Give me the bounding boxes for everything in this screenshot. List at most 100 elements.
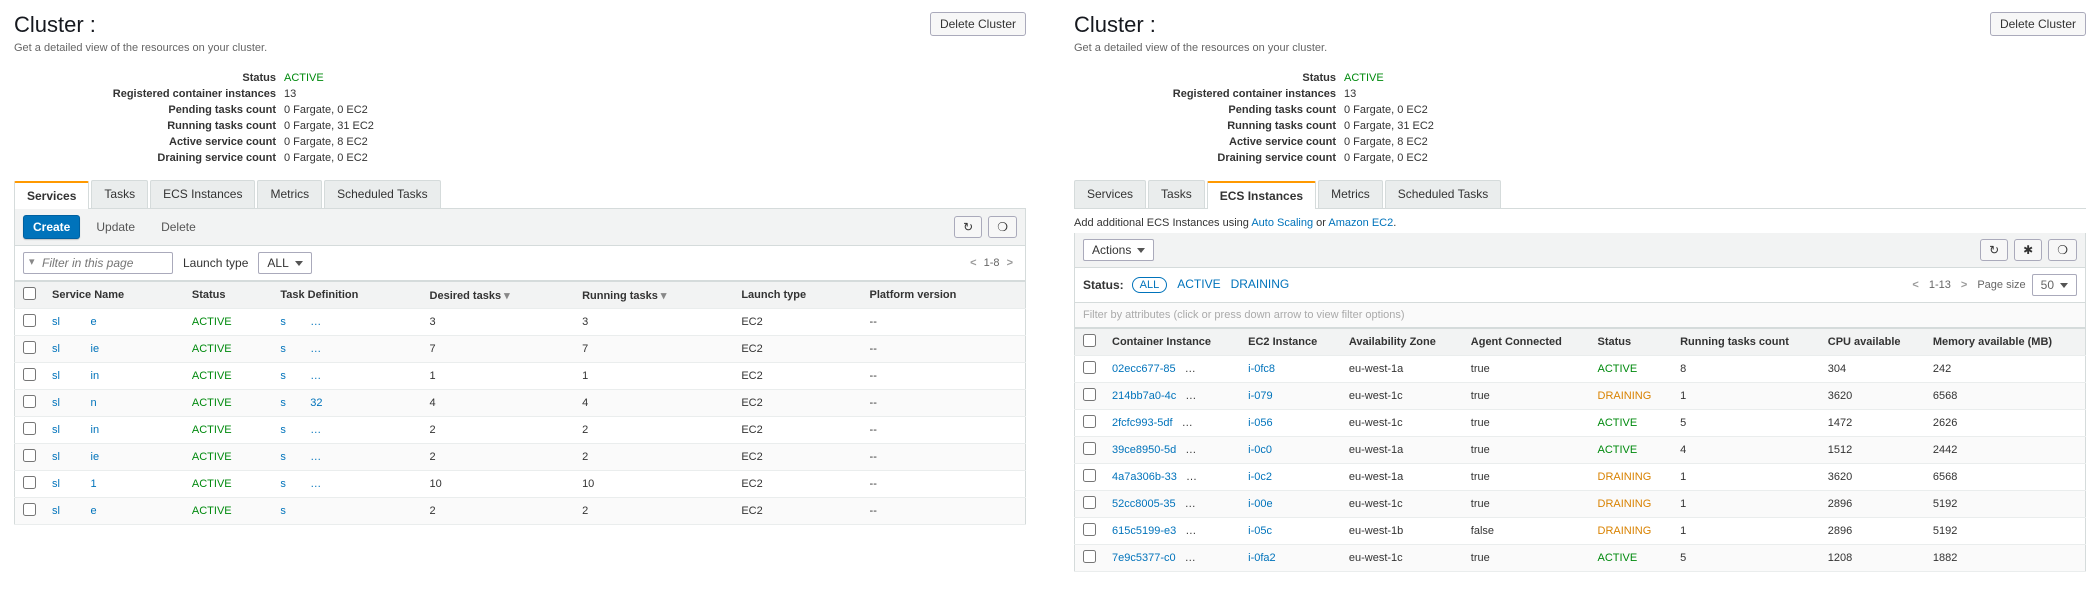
ec2-instance-link[interactable]: i-0fc8	[1248, 363, 1275, 375]
tab-tasks[interactable]: Tasks	[1148, 180, 1205, 208]
row-checkbox[interactable]	[23, 449, 36, 462]
refresh-icon[interactable]: ↻	[1980, 239, 2008, 261]
ec2-instance-link[interactable]: i-0c2	[1248, 471, 1272, 483]
tab-ecs-instances[interactable]: ECS Instances	[1207, 181, 1316, 209]
service-name-link[interactable]: sl	[52, 478, 60, 490]
task-def-link[interactable]: s	[280, 343, 286, 355]
page-prev-icon[interactable]: <	[1908, 279, 1922, 291]
table-row[interactable]: 2fcfc993-5df … i-056eu-west-1ctrueACTIVE…	[1075, 410, 2086, 437]
service-name-link[interactable]: sl	[52, 397, 60, 409]
amazon-ec2-link[interactable]: Amazon EC2	[1328, 217, 1393, 229]
task-def-link[interactable]: s	[280, 451, 286, 463]
status-filter-all[interactable]: ALL	[1132, 277, 1168, 293]
tab-scheduled-tasks[interactable]: Scheduled Tasks	[324, 180, 441, 208]
row-checkbox[interactable]	[23, 503, 36, 516]
row-checkbox[interactable]	[23, 368, 36, 381]
tab-metrics[interactable]: Metrics	[1318, 180, 1383, 208]
delete-button[interactable]: Delete	[151, 215, 206, 239]
row-checkbox[interactable]	[23, 341, 36, 354]
tab-services[interactable]: Services	[14, 181, 89, 209]
attribute-filter-input[interactable]: Filter by attributes (click or press dow…	[1074, 303, 2086, 328]
col-header[interactable]: Launch type	[733, 282, 861, 309]
tab-ecs-instances[interactable]: ECS Instances	[150, 180, 255, 208]
status-filter-active[interactable]: ACTIVE	[1177, 277, 1220, 291]
create-button[interactable]: Create	[23, 215, 80, 239]
service-name-link[interactable]: sl	[52, 451, 60, 463]
ec2-instance-link[interactable]: i-0c0	[1248, 444, 1272, 456]
ec2-instance-link[interactable]: i-00e	[1248, 498, 1272, 510]
row-checkbox[interactable]	[23, 314, 36, 327]
container-instance-link[interactable]: 214bb7a0-4c	[1112, 390, 1176, 402]
service-name-link[interactable]: sl	[52, 343, 60, 355]
tab-scheduled-tasks[interactable]: Scheduled Tasks	[1385, 180, 1502, 208]
page-next-icon[interactable]: >	[1957, 279, 1971, 291]
task-def-link[interactable]: s	[280, 316, 286, 328]
container-instance-link[interactable]: 7e9c5377-c0	[1112, 552, 1176, 564]
table-row[interactable]: 615c5199-e3 … i-05ceu-west-1bfalseDRAINI…	[1075, 518, 2086, 545]
page-prev-icon[interactable]: <	[966, 257, 980, 269]
table-row[interactable]: 02ecc677-85 … i-0fc8eu-west-1atrueACTIVE…	[1075, 356, 2086, 383]
update-button[interactable]: Update	[86, 215, 145, 239]
service-name-link[interactable]: sl	[52, 505, 60, 517]
col-header[interactable]: Availability Zone	[1341, 329, 1463, 356]
table-row[interactable]: 4a7a306b-33 … i-0c2eu-west-1atrueDRAININ…	[1075, 464, 2086, 491]
table-row[interactable]: 52cc8005-35 … i-00eeu-west-1ctrueDRAININ…	[1075, 491, 2086, 518]
col-header[interactable]: Status	[1590, 329, 1673, 356]
row-checkbox[interactable]	[1083, 415, 1096, 428]
status-filter-draining[interactable]: DRAINING	[1231, 277, 1290, 291]
row-checkbox[interactable]	[23, 476, 36, 489]
col-header[interactable]: Container Instance	[1104, 329, 1240, 356]
col-header[interactable]: Running tasks count	[1672, 329, 1820, 356]
page-next-icon[interactable]: >	[1003, 257, 1017, 269]
table-row[interactable]: 214bb7a0-4c … i-079eu-west-1ctrueDRAININ…	[1075, 383, 2086, 410]
container-instance-link[interactable]: 2fcfc993-5df	[1112, 417, 1173, 429]
refresh-icon[interactable]: ↻	[954, 216, 982, 238]
row-checkbox[interactable]	[1083, 496, 1096, 509]
service-name-link[interactable]: sl	[52, 424, 60, 436]
row-checkbox[interactable]	[23, 395, 36, 408]
col-header[interactable]: Memory available (MB)	[1925, 329, 2086, 356]
container-instance-link[interactable]: 02ecc677-85	[1112, 363, 1176, 375]
table-row[interactable]: sl inACTIVEs …11EC2--	[15, 363, 1026, 390]
row-checkbox[interactable]	[1083, 523, 1096, 536]
settings-icon[interactable]: ✱	[2014, 239, 2042, 261]
delete-cluster-button[interactable]: Delete Cluster	[930, 12, 1026, 36]
task-def-link[interactable]: s	[280, 397, 286, 409]
col-header[interactable]: Agent Connected	[1463, 329, 1590, 356]
table-row[interactable]: 7e9c5377-c0 … i-0fa2eu-west-1ctrueACTIVE…	[1075, 545, 2086, 572]
tab-metrics[interactable]: Metrics	[257, 180, 322, 208]
service-name-link[interactable]: sl	[52, 370, 60, 382]
col-header[interactable]: Status	[184, 282, 272, 309]
ec2-instance-link[interactable]: i-079	[1248, 390, 1272, 402]
ec2-instance-link[interactable]: i-0fa2	[1248, 552, 1276, 564]
ec2-instance-link[interactable]: i-05c	[1248, 525, 1272, 537]
col-header[interactable]: EC2 Instance	[1240, 329, 1341, 356]
table-row[interactable]: sl ieACTIVEs …22EC2--	[15, 444, 1026, 471]
task-def-link[interactable]: s	[280, 370, 286, 382]
row-checkbox[interactable]	[1083, 550, 1096, 563]
page-size-select[interactable]: 50	[2032, 274, 2077, 296]
help-icon[interactable]: ❍	[2048, 239, 2077, 261]
service-name-link[interactable]: sl	[52, 316, 60, 328]
container-instance-link[interactable]: 615c5199-e3	[1112, 525, 1176, 537]
row-checkbox[interactable]	[1083, 388, 1096, 401]
row-checkbox[interactable]	[23, 422, 36, 435]
auto-scaling-link[interactable]: Auto Scaling	[1251, 217, 1313, 229]
row-checkbox[interactable]	[1083, 469, 1096, 482]
filter-input[interactable]	[23, 252, 173, 274]
col-header[interactable]: CPU available	[1820, 329, 1925, 356]
table-row[interactable]: sl eACTIVEs 22EC2--	[15, 498, 1026, 525]
col-header[interactable]: Platform version	[862, 282, 1026, 309]
launch-type-select[interactable]: ALL	[258, 252, 311, 274]
help-icon[interactable]: ❍	[988, 216, 1017, 238]
container-instance-link[interactable]: 4a7a306b-33	[1112, 471, 1177, 483]
task-def-link[interactable]: s	[280, 424, 286, 436]
container-instance-link[interactable]: 52cc8005-35	[1112, 498, 1176, 510]
col-header[interactable]: Running tasks ▾	[574, 282, 733, 309]
delete-cluster-button[interactable]: Delete Cluster	[1990, 12, 2086, 36]
actions-dropdown[interactable]: Actions	[1083, 239, 1154, 261]
task-def-link[interactable]: s	[280, 505, 286, 517]
table-row[interactable]: 39ce8950-5d … i-0c0eu-west-1atrueACTIVE4…	[1075, 437, 2086, 464]
col-header[interactable]: Task Definition	[272, 282, 421, 309]
container-instance-link[interactable]: 39ce8950-5d	[1112, 444, 1176, 456]
